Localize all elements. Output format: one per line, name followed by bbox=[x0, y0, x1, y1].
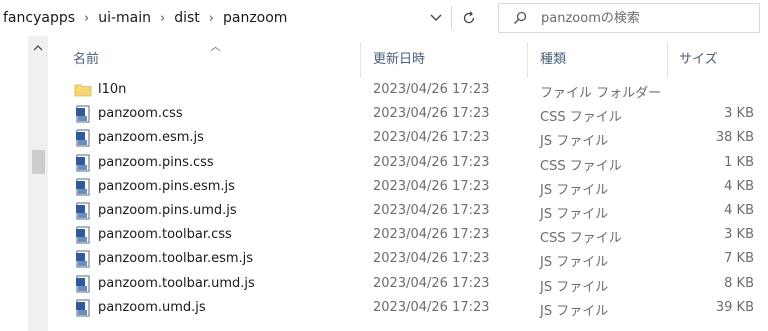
file-date: 2023/04/26 17:23 bbox=[373, 275, 490, 291]
scrollbar-thumb[interactable] bbox=[32, 150, 45, 174]
chevron-up-icon bbox=[33, 45, 43, 51]
file-date: 2023/04/26 17:23 bbox=[373, 106, 490, 122]
file-type: JS ファイル bbox=[540, 134, 609, 150]
chevron-down-icon bbox=[430, 14, 442, 21]
column-header-date[interactable]: 更新日時 bbox=[373, 36, 425, 78]
file-type: CSS ファイル bbox=[540, 110, 622, 126]
file-name: panzoom.toolbar.umd.js bbox=[98, 275, 255, 291]
search-box[interactable] bbox=[498, 3, 760, 33]
file-date: 2023/04/26 17:23 bbox=[373, 299, 490, 315]
file-icon bbox=[76, 105, 90, 123]
file-row[interactable]: panzoom.css 2023/04/26 17:23 CSS ファイル 3 … bbox=[60, 102, 768, 126]
file-date: 2023/04/26 17:23 bbox=[373, 154, 490, 170]
file-date: 2023/04/26 17:23 bbox=[373, 82, 490, 97]
file-date: 2023/04/26 17:23 bbox=[373, 130, 490, 146]
file-icon bbox=[76, 178, 90, 196]
breadcrumb-item[interactable]: dist bbox=[171, 10, 203, 26]
file-list: l10n 2023/04/26 17:23 ファイル フォルダー panzoom… bbox=[60, 78, 768, 320]
scroll-up-button[interactable] bbox=[28, 40, 48, 56]
file-row[interactable]: panzoom.esm.js 2023/04/26 17:23 JS ファイル … bbox=[60, 126, 768, 150]
column-header-row: ︿ 名前 更新日時 種類 サイズ bbox=[60, 36, 768, 78]
file-size: 1 KB bbox=[724, 154, 754, 170]
file-type: JS ファイル bbox=[540, 303, 609, 319]
file-name: panzoom.toolbar.css bbox=[98, 227, 232, 243]
column-header-name[interactable]: 名前 bbox=[73, 36, 99, 78]
file-row[interactable]: panzoom.toolbar.css 2023/04/26 17:23 CSS… bbox=[60, 223, 768, 247]
file-size: 8 KB bbox=[724, 275, 754, 291]
file-size: 3 KB bbox=[724, 227, 754, 243]
file-type: JS ファイル bbox=[540, 206, 609, 222]
file-icon bbox=[76, 299, 90, 317]
file-name: panzoom.umd.js bbox=[98, 299, 206, 315]
breadcrumb-item[interactable]: panzoom bbox=[220, 10, 290, 26]
file-type: JS ファイル bbox=[540, 279, 609, 295]
file-icon bbox=[76, 202, 90, 220]
file-row[interactable]: panzoom.umd.js 2023/04/26 17:23 JS ファイル … bbox=[60, 296, 768, 320]
folder-icon bbox=[74, 84, 92, 97]
column-divider[interactable] bbox=[527, 42, 528, 78]
file-type: CSS ファイル bbox=[540, 158, 622, 174]
address-divider bbox=[451, 6, 452, 30]
search-input[interactable] bbox=[539, 9, 743, 27]
column-header-type[interactable]: 種類 bbox=[540, 36, 566, 78]
breadcrumb-item[interactable]: ui-main bbox=[95, 10, 154, 26]
file-icon bbox=[76, 250, 90, 268]
file-icon bbox=[76, 226, 90, 244]
file-name: panzoom.pins.umd.js bbox=[98, 202, 237, 218]
file-row[interactable]: panzoom.pins.css 2023/04/26 17:23 CSS ファ… bbox=[60, 151, 768, 175]
search-icon bbox=[514, 11, 527, 24]
file-row[interactable]: panzoom.pins.esm.js 2023/04/26 17:23 JS … bbox=[60, 175, 768, 199]
file-date: 2023/04/26 17:23 bbox=[373, 227, 490, 243]
file-row[interactable]: panzoom.toolbar.umd.js 2023/04/26 17:23 … bbox=[60, 272, 768, 296]
column-header-size[interactable]: サイズ bbox=[679, 36, 718, 78]
sort-ascending-icon: ︿ bbox=[210, 40, 221, 53]
file-size: 3 KB bbox=[724, 106, 754, 122]
refresh-button[interactable] bbox=[456, 6, 482, 30]
file-date: 2023/04/26 17:23 bbox=[373, 202, 490, 218]
file-icon bbox=[76, 275, 90, 292]
file-size: 39 KB bbox=[715, 299, 754, 315]
file-row[interactable]: panzoom.pins.umd.js 2023/04/26 17:23 JS … bbox=[60, 199, 768, 223]
address-history-dropdown-button[interactable] bbox=[424, 6, 448, 30]
address-bar[interactable]: fancyapps › ui-main › dist › panzoom bbox=[0, 0, 491, 36]
file-type: ファイル フォルダー bbox=[540, 86, 662, 101]
breadcrumb-item[interactable]: fancyapps bbox=[0, 10, 78, 26]
file-size: 4 KB bbox=[724, 202, 754, 218]
file-row[interactable]: l10n 2023/04/26 17:23 ファイル フォルダー bbox=[60, 78, 768, 102]
column-divider[interactable] bbox=[667, 42, 668, 78]
file-name: l10n bbox=[98, 82, 127, 97]
file-name: panzoom.pins.esm.js bbox=[98, 178, 235, 194]
navigation-pane-scrollbar[interactable] bbox=[28, 36, 48, 331]
file-icon bbox=[76, 154, 90, 172]
file-icon bbox=[76, 129, 90, 147]
file-type: JS ファイル bbox=[540, 255, 609, 271]
file-name: panzoom.toolbar.esm.js bbox=[98, 251, 254, 267]
file-name: panzoom.css bbox=[98, 106, 183, 122]
breadcrumb-separator-icon[interactable]: › bbox=[154, 11, 171, 26]
file-name: panzoom.esm.js bbox=[98, 130, 204, 146]
file-row[interactable]: panzoom.toolbar.esm.js 2023/04/26 17:23 … bbox=[60, 247, 768, 271]
column-divider[interactable] bbox=[360, 42, 361, 78]
file-type: CSS ファイル bbox=[540, 231, 622, 247]
breadcrumb-separator-icon[interactable]: › bbox=[78, 11, 95, 26]
file-date: 2023/04/26 17:23 bbox=[373, 251, 490, 267]
file-name: panzoom.pins.css bbox=[98, 154, 214, 170]
file-size: 38 KB bbox=[715, 130, 754, 146]
file-size: 7 KB bbox=[724, 251, 754, 267]
file-date: 2023/04/26 17:23 bbox=[373, 178, 490, 194]
file-size: 4 KB bbox=[724, 178, 754, 194]
file-type: JS ファイル bbox=[540, 182, 609, 198]
refresh-icon bbox=[463, 11, 475, 24]
breadcrumb-separator-icon[interactable]: › bbox=[203, 11, 220, 26]
